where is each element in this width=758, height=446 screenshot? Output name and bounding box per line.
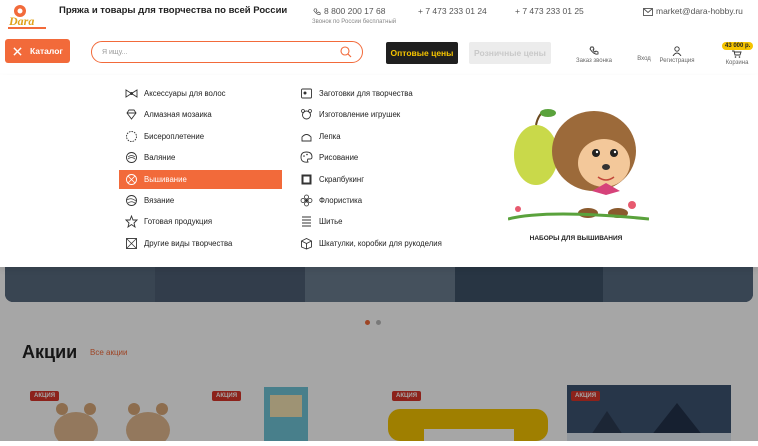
catalog-label: Каталог: [30, 46, 63, 56]
catalog-dropdown: Аксессуары для волос Алмазная мозаика Бисе…: [0, 75, 758, 267]
grid-icon: [126, 237, 137, 249]
menu-item-label: Лепка: [319, 131, 341, 141]
site-slogan: Пряжа и товары для творчества по всей Ро…: [59, 5, 288, 16]
phone-note: Звонок по России бесплатный: [312, 19, 397, 25]
search-bar: [91, 41, 363, 63]
phone-main[interactable]: 8 800 200 17 68: [313, 6, 385, 16]
menu-item-label: Готовая продукция: [144, 217, 213, 227]
box-icon: [301, 237, 312, 250]
menu-item-label: Флористика: [319, 196, 363, 205]
menu-item-label: Шитье: [319, 217, 343, 227]
menu-item[interactable]: Шитье: [294, 212, 494, 231]
cart-button[interactable]: Корзина: [720, 50, 754, 66]
phone-main-text: 8 800 200 17 68: [324, 6, 386, 16]
login-link[interactable]: Вход: [636, 46, 652, 62]
logo-text: Dara: [8, 14, 34, 28]
menu-item-label: Другие виды творчества: [144, 238, 233, 248]
catalog-button[interactable]: Каталог: [5, 39, 70, 63]
menu-item[interactable]: Вышивание: [119, 169, 282, 189]
retail-prices-button[interactable]: Розничные цены: [469, 42, 551, 64]
diamond-icon: [126, 109, 137, 121]
menu-item[interactable]: Скрапбукинг: [294, 170, 494, 189]
felt-icon: [126, 152, 137, 164]
menu-item[interactable]: Аксессуары для волос: [119, 84, 282, 103]
menu-item[interactable]: Другие виды творчества: [119, 234, 282, 253]
toy-icon: [301, 109, 312, 120]
wholesale-prices-button[interactable]: Оптовые цены: [386, 42, 458, 64]
flower-icon: [300, 194, 313, 207]
phone-callback-icon: [589, 46, 599, 55]
phone-2[interactable]: + 7 473 233 01 24: [418, 6, 487, 16]
palette-icon: [300, 151, 313, 163]
menu-item[interactable]: Заготовки для творчества: [294, 84, 494, 103]
phone-icon: [313, 8, 321, 15]
menu-item-label: Аксессуары для волос: [144, 89, 226, 98]
embroidery-icon: [126, 173, 137, 185]
blank-icon: [301, 88, 312, 99]
email-link[interactable]: market@dara-hobby.ru: [643, 6, 743, 16]
menu-item[interactable]: Флористика: [294, 191, 494, 210]
phone-3[interactable]: + 7 473 233 01 25: [515, 6, 584, 16]
register-label: Регистрация: [659, 58, 695, 64]
callback-button[interactable]: Заказ звонка: [572, 46, 616, 64]
menu-item[interactable]: Бисероплетение: [119, 127, 282, 146]
scrapbook-icon: [301, 174, 312, 185]
menu-item[interactable]: Валяние: [119, 148, 282, 167]
email-text: market@dara-hobby.ru: [656, 6, 743, 16]
menu-item[interactable]: Изготовление игрушек: [294, 105, 494, 124]
top-bar: Dara Пряжа и товары для творчества по вс…: [0, 0, 758, 34]
menu-item[interactable]: Готовая продукция: [119, 212, 282, 231]
menu-item-label: Изготовление игрушек: [319, 110, 401, 120]
cart-label: Корзина: [725, 60, 749, 66]
yarn-icon: [126, 195, 137, 206]
sewing-icon: [302, 216, 311, 227]
close-icon: [13, 46, 22, 56]
menu-item[interactable]: Шкатулки, коробки для рукоделия: [294, 234, 494, 253]
search-icon[interactable]: [340, 46, 352, 58]
menu-item-label: Шкатулки, коробки для рукоделия: [319, 238, 442, 248]
register-link[interactable]: Регистрация: [655, 46, 699, 64]
promo-caption[interactable]: НАБОРЫ ДЛЯ ВЫШИВАНИЯ: [508, 235, 644, 242]
callback-label: Заказ звонка: [575, 58, 613, 64]
menu-item[interactable]: Рисование: [294, 148, 494, 167]
main-header: Каталог Оптовые цены Розничные цены Зака…: [0, 36, 758, 70]
bow-icon: [125, 89, 138, 98]
menu-item[interactable]: Вязание: [119, 191, 282, 210]
menu-item-label: Вязание: [144, 196, 175, 205]
menu-item-label: Рисование: [319, 153, 359, 163]
mail-icon: [643, 7, 653, 16]
menu-item[interactable]: Лепка: [294, 127, 494, 146]
menu-item[interactable]: Алмазная мозаика: [119, 105, 282, 124]
logo[interactable]: Dara: [6, 3, 48, 31]
promo-image[interactable]: [507, 87, 650, 227]
menu-item-label: Вышивание: [144, 174, 187, 184]
menu-item-label: Скрапбукинг: [319, 174, 365, 184]
login-label: Вход: [637, 56, 651, 62]
search-input[interactable]: [102, 46, 322, 59]
cart-icon: [732, 50, 742, 58]
clay-icon: [301, 133, 312, 142]
menu-item-label: Алмазная мозаика: [144, 110, 212, 120]
cart-total-badge: 43 000 р.: [722, 42, 754, 50]
menu-item-label: Бисероплетение: [144, 131, 205, 141]
menu-item-label: Заготовки для творчества: [319, 89, 413, 98]
menu-item-label: Валяние: [144, 153, 176, 163]
user-icon: [672, 46, 682, 57]
beads-icon: [126, 130, 137, 142]
star-icon: [125, 215, 138, 229]
